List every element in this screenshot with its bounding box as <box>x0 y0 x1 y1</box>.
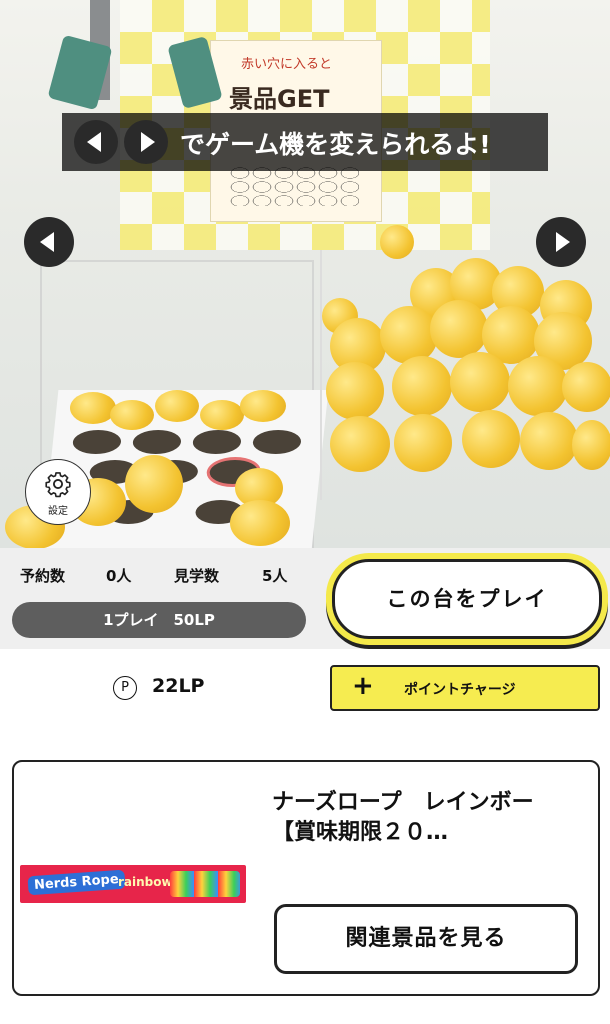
product-logo: Nerds Rope <box>27 869 126 896</box>
product-title: ナーズロープ レインボー【賞味期限２０… <box>272 790 534 845</box>
ball <box>508 356 568 416</box>
arrow-right-icon <box>141 132 155 152</box>
machine-switch-banner: でゲーム機を変えられるよ! <box>62 113 548 171</box>
banner-prev-icon <box>74 120 118 164</box>
play-button[interactable]: この台をプレイ <box>332 559 602 639</box>
tray-hole <box>191 430 243 454</box>
related-prizes-button[interactable]: 関連景品を見る <box>274 904 578 974</box>
ball <box>380 306 438 364</box>
poster-hole-grid <box>229 166 359 206</box>
ball <box>394 414 452 472</box>
ball <box>70 392 116 424</box>
ball <box>562 362 610 412</box>
ball <box>430 300 488 358</box>
ball <box>110 400 154 430</box>
point-charge-button[interactable]: + ポイントチャージ <box>330 665 600 711</box>
camera-view: 赤い穴に入ると 景品GET でゲーム機を変えられるよ! 設定 <box>0 0 610 548</box>
ball <box>240 390 286 422</box>
ball <box>330 416 390 472</box>
points-icon: P <box>113 676 137 700</box>
claw-arm-right <box>167 35 223 110</box>
reserve-label: 予約数 <box>20 567 66 585</box>
ball <box>520 412 578 470</box>
ball <box>230 500 290 546</box>
arrow-right-icon <box>556 232 570 252</box>
ball <box>200 400 244 430</box>
prev-camera-button[interactable] <box>24 217 74 267</box>
banner-text: でゲーム機を変えられるよ! <box>180 130 491 159</box>
ball <box>392 356 452 416</box>
ball <box>326 362 384 420</box>
price-pill: 1プレイ 50LP <box>12 602 306 638</box>
settings-button[interactable]: 設定 <box>25 459 91 525</box>
watch-label: 見学数 <box>174 567 220 585</box>
point-charge-label: ポイントチャージ <box>404 682 516 698</box>
tray-hole <box>131 430 183 454</box>
tray-hole <box>71 430 123 454</box>
next-camera-button[interactable] <box>536 217 586 267</box>
arrow-left-icon <box>87 132 101 152</box>
reserve-value: 0人 <box>106 567 132 585</box>
tray-hole <box>251 430 303 454</box>
ball <box>450 352 510 412</box>
product-candy-graphic <box>170 871 240 897</box>
arrow-left-icon <box>40 232 54 252</box>
product-image: Nerds Rope rainbow <box>20 865 246 903</box>
ball <box>155 390 199 422</box>
banner-next-icon <box>124 120 168 164</box>
watch-value: 5人 <box>262 567 288 585</box>
poster-top-text: 赤い穴に入ると <box>241 57 333 72</box>
claw <box>47 0 235 111</box>
ball <box>572 420 610 470</box>
settings-label: 設定 <box>48 506 68 517</box>
points-balance: 22LP <box>152 675 205 697</box>
gear-icon <box>45 472 71 498</box>
product-image-brand: rainbow <box>118 875 173 889</box>
related-prizes-label: 関連景品を見る <box>345 926 507 951</box>
play-button-label: この台をプレイ <box>386 587 548 611</box>
ball <box>380 225 414 259</box>
product-card: Nerds Rope rainbow ナーズロープ レインボー【賞味期限２０… … <box>12 760 600 996</box>
plus-icon: + <box>352 671 374 701</box>
ball <box>462 410 520 468</box>
poster-main-text: 景品GET <box>229 85 330 113</box>
ball <box>125 455 183 513</box>
